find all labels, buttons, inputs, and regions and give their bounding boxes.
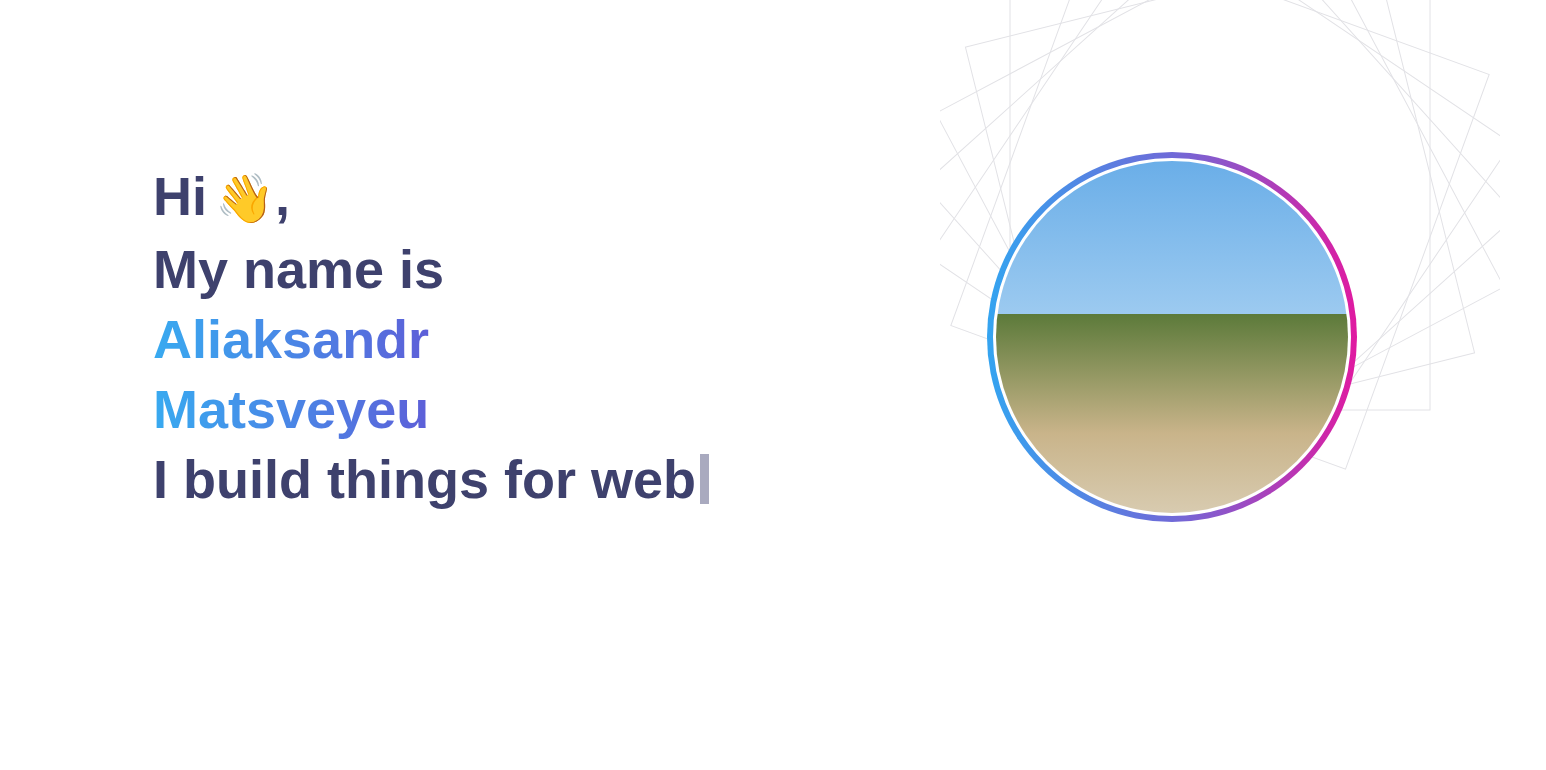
avatar-photo — [993, 158, 1351, 516]
greeting-text: Hi — [153, 166, 207, 226]
name-line: Matsveyeu — [153, 374, 429, 444]
greeting-punctuation: , — [275, 166, 290, 226]
avatar-area — [987, 152, 1357, 522]
tagline: I build things for web — [153, 444, 709, 514]
tagline-text: I build things for web — [153, 444, 696, 514]
typing-cursor — [700, 454, 709, 504]
intro-text: Hi👋,My name isAliaksandrMatsveyeuI build… — [153, 161, 709, 514]
greeting: Hi👋, — [153, 161, 709, 234]
hero-section: Hi👋,My name isAliaksandrMatsveyeuI build… — [0, 0, 1546, 674]
name-line: Aliaksandr — [153, 304, 429, 374]
avatar-ring — [987, 152, 1357, 522]
intro-line: My name is — [153, 234, 709, 304]
wave-icon: 👋 — [215, 164, 275, 234]
